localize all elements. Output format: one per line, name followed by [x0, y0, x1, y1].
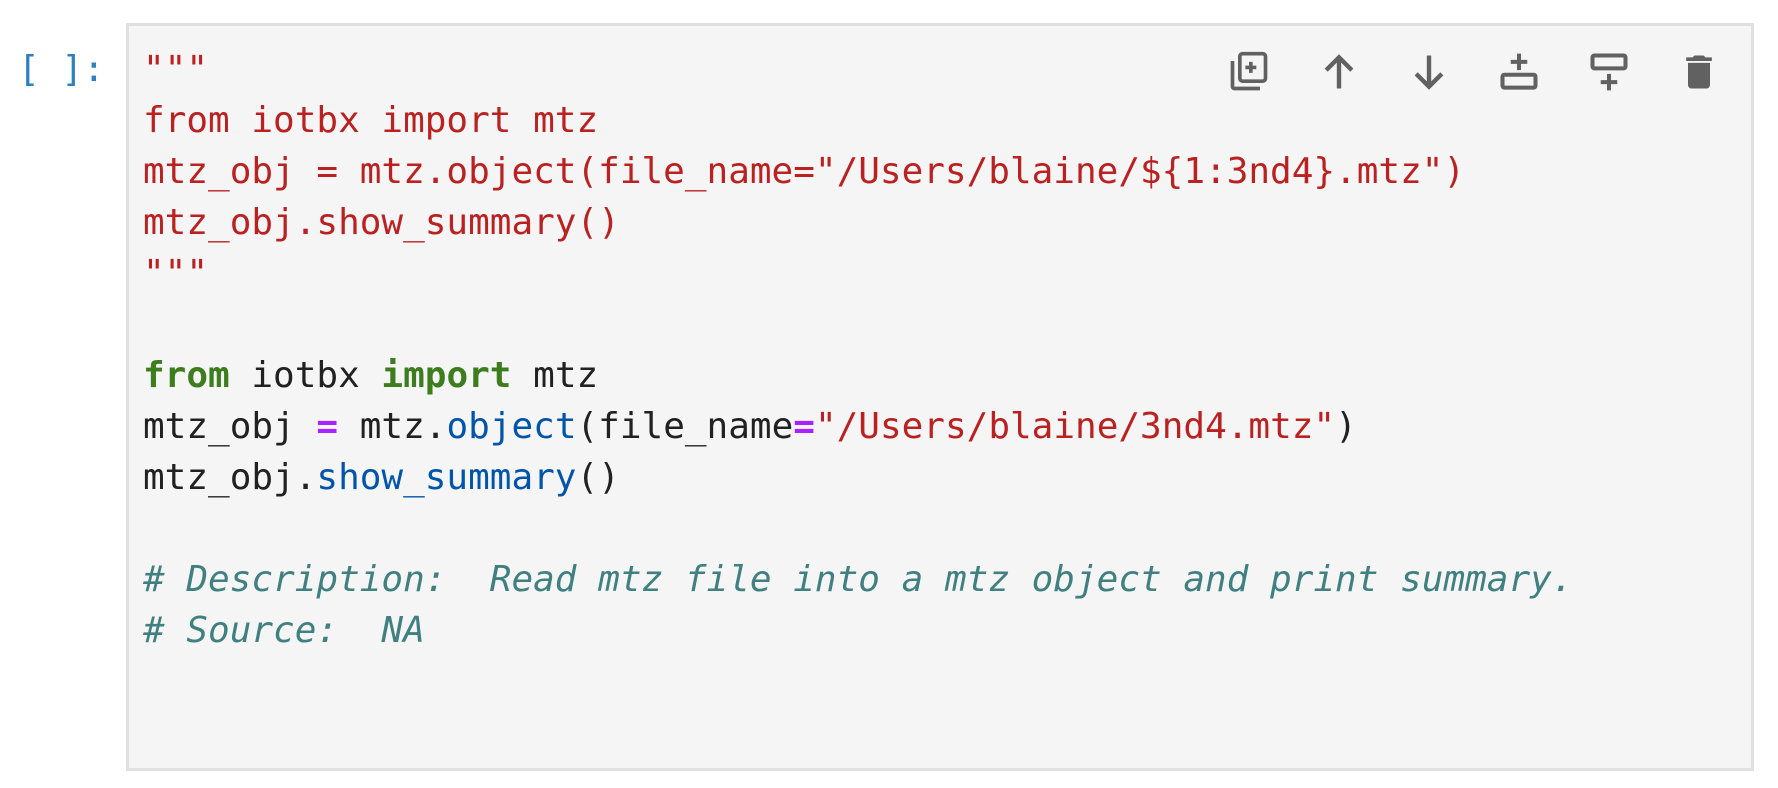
comment-line: # Source: NA	[143, 610, 425, 651]
delete-icon	[1686, 55, 1712, 89]
code-line: """	[143, 253, 209, 294]
function-token: show_summary	[316, 457, 577, 498]
code-token: (file_name	[576, 406, 794, 447]
code-line: mtz_obj.show_summary()	[143, 202, 620, 243]
insert-cell-above-button[interactable]	[1585, 48, 1633, 96]
code-token: mtz.	[338, 406, 447, 447]
operator-token: =	[793, 406, 815, 447]
code-line: from iotbx import mtz	[143, 350, 1573, 401]
keyword-token: import	[381, 355, 512, 396]
code-line-empty	[143, 299, 1573, 350]
keyword-token: from	[143, 355, 230, 396]
code-token: mtz_obj	[143, 406, 317, 447]
code-line: mtz_obj = mtz.object(file_name="/Users/b…	[143, 401, 1573, 452]
notebook-cell: [ ]: """ from iotbx import mtz mtz_obj = m…	[0, 0, 1778, 788]
code-token: mtz_obj.	[143, 457, 317, 498]
move-down-icon	[1414, 55, 1444, 90]
string-token: "/Users/blaine/3nd4.mtz"	[814, 406, 1336, 447]
code-line: mtz_obj = mtz.object(file_name="/Users/b…	[143, 151, 1466, 192]
code-token: ()	[576, 457, 620, 498]
code-editor[interactable]: """ from iotbx import mtz mtz_obj = mtz.ob…	[126, 23, 1754, 771]
insert-above-icon	[1590, 53, 1628, 91]
insert-cell-below-button[interactable]	[1495, 48, 1543, 96]
code-line: mtz_obj.show_summary()	[143, 452, 1573, 503]
insert-below-icon	[1500, 53, 1538, 90]
operator-token: =	[316, 406, 339, 447]
function-token: object	[446, 406, 577, 447]
cell-toolbar	[1225, 48, 1723, 96]
code-content[interactable]: """ from iotbx import mtz mtz_obj = mtz.ob…	[143, 44, 1573, 656]
duplicate-cell-button[interactable]	[1225, 48, 1273, 96]
delete-cell-button[interactable]	[1675, 48, 1723, 96]
move-up-icon	[1324, 54, 1354, 89]
code-line-empty	[143, 503, 1573, 554]
cell-prompt: [ ]:	[18, 49, 105, 90]
code-token: )	[1335, 406, 1357, 447]
code-token: iotbx	[229, 355, 382, 396]
comment-line: # Description: Read mtz file into a mtz …	[143, 559, 1574, 600]
duplicate-cell-icon	[1230, 51, 1268, 91]
move-down-button[interactable]	[1405, 48, 1453, 96]
code-token: mtz	[511, 355, 599, 396]
move-up-button[interactable]	[1315, 48, 1363, 96]
code-line: from iotbx import mtz	[143, 100, 599, 141]
